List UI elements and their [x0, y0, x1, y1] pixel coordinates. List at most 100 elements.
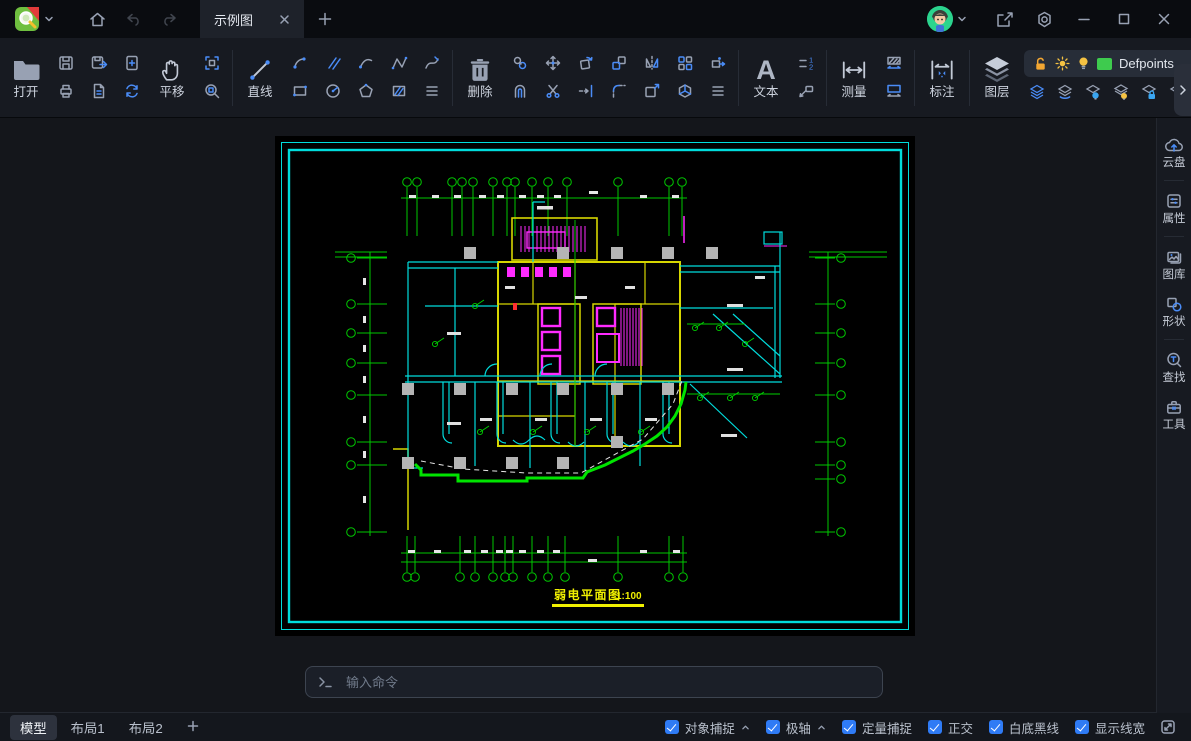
plan-walls-yellow	[393, 218, 680, 530]
app-menu-button[interactable]	[10, 4, 58, 34]
rotate-button[interactable]	[573, 50, 599, 76]
curve-tool-button[interactable]	[353, 50, 379, 76]
delete-button[interactable]: 删除	[460, 54, 500, 102]
account-button[interactable]	[927, 6, 967, 32]
checkbox-checked-icon[interactable]	[1075, 720, 1089, 734]
chevron-up-icon[interactable]	[817, 724, 826, 731]
fit-screen-button[interactable]	[199, 50, 225, 76]
save-as-button[interactable]	[86, 50, 112, 76]
text-tool-button[interactable]: A 文本	[746, 54, 786, 102]
add-layout-button[interactable]	[177, 717, 209, 738]
tab-layout2[interactable]: 布局2	[119, 715, 173, 740]
checkbox-checked-icon[interactable]	[928, 720, 942, 734]
layer-off-button[interactable]	[1108, 79, 1134, 105]
delete-label: 删除	[467, 86, 492, 99]
polyline-tool-button[interactable]	[386, 50, 412, 76]
new-tab-button[interactable]	[310, 5, 340, 33]
leader-text-button[interactable]	[793, 78, 819, 104]
command-input[interactable]	[344, 674, 870, 691]
share-button[interactable]	[987, 4, 1021, 34]
toggle-snap[interactable]: 定量捕捉	[842, 718, 912, 737]
checkbox-checked-icon[interactable]	[989, 720, 1003, 734]
checkbox-checked-icon[interactable]	[842, 720, 856, 734]
layer-state-button[interactable]	[1052, 79, 1078, 105]
toggle-object-snap[interactable]: 对象捕捉	[665, 718, 750, 737]
undo-button[interactable]	[118, 5, 148, 33]
layer-lock-icon	[1140, 83, 1158, 101]
measure-button[interactable]: 测量	[834, 54, 874, 102]
fullscreen-button[interactable]	[1155, 716, 1181, 738]
toggle-ortho[interactable]: 正交	[928, 718, 973, 737]
checkbox-checked-icon[interactable]	[766, 720, 780, 734]
move-button[interactable]	[540, 50, 566, 76]
chevron-up-icon[interactable]	[741, 724, 750, 731]
arc-tool-button[interactable]	[287, 50, 313, 76]
layer-list-button[interactable]	[1024, 79, 1050, 105]
layers-button[interactable]: 图层	[977, 53, 1017, 102]
mirror-button[interactable]	[639, 50, 665, 76]
more-draw-button[interactable]	[419, 78, 445, 104]
extend-button[interactable]	[573, 78, 599, 104]
polygon-tool-button[interactable]	[353, 78, 379, 104]
document-tab[interactable]: 示例图	[200, 0, 304, 38]
numbered-text-button[interactable]: 12	[793, 50, 819, 76]
measure-rect-button[interactable]	[881, 78, 907, 104]
stretch-button[interactable]	[705, 50, 731, 76]
settings-button[interactable]	[1027, 4, 1061, 34]
new-file-button[interactable]	[119, 50, 145, 76]
sidebar-item-tools[interactable]: 工具	[1157, 392, 1191, 437]
close-window-button[interactable]	[1147, 4, 1181, 34]
redo-button[interactable]	[154, 5, 184, 33]
array-button[interactable]	[672, 50, 698, 76]
save-button[interactable]	[53, 50, 79, 76]
rectangle-tool-button[interactable]	[287, 78, 313, 104]
layer-select[interactable]: Defpoints	[1024, 50, 1191, 77]
toggle-white-bg[interactable]: 白底黑线	[989, 718, 1059, 737]
line-tool-button[interactable]: 直线	[240, 54, 280, 102]
tab-model[interactable]: 模型	[10, 715, 57, 740]
tab-layout1[interactable]: 布局1	[61, 715, 115, 740]
parallel-tool-button[interactable]	[320, 50, 346, 76]
zoom-window-button[interactable]	[199, 78, 225, 104]
more-modify-button[interactable]	[705, 78, 731, 104]
drawing-workspace[interactable]: 弱电平面图 1:100	[0, 118, 1156, 713]
scale-button[interactable]	[606, 50, 632, 76]
cad-sheet[interactable]: 弱电平面图 1:100	[275, 136, 915, 636]
layer-freeze-button[interactable]	[1080, 79, 1106, 105]
toggle-polar[interactable]: 极轴	[766, 718, 826, 737]
sidebar-item-cloud[interactable]: 云盘	[1157, 130, 1191, 175]
maximize-button[interactable]	[1107, 4, 1141, 34]
toolbar-expand-button[interactable]	[1174, 64, 1191, 116]
print-button[interactable]	[53, 78, 79, 104]
spline-tool-button[interactable]	[419, 50, 445, 76]
layer-color-swatch	[1097, 58, 1112, 70]
close-tab-icon[interactable]	[279, 14, 290, 25]
sync-button[interactable]	[119, 78, 145, 104]
circle-tool-button[interactable]	[320, 78, 346, 104]
open-button[interactable]: 打开	[6, 54, 46, 102]
copy-button[interactable]	[507, 50, 533, 76]
export-pdf-button[interactable]	[86, 78, 112, 104]
measure-area-button[interactable]	[881, 50, 907, 76]
sidebar-item-shapes[interactable]: 形状	[1157, 289, 1191, 334]
print-icon	[57, 82, 75, 100]
sidebar-item-find[interactable]: 查找	[1157, 345, 1191, 390]
offset-button[interactable]	[507, 78, 533, 104]
sidebar-item-gallery[interactable]: 图库	[1157, 242, 1191, 287]
home-button[interactable]	[82, 5, 112, 33]
fillet-button[interactable]	[606, 78, 632, 104]
command-bar[interactable]	[305, 666, 883, 698]
pan-button[interactable]: 平移	[152, 54, 192, 102]
trim-button[interactable]	[540, 78, 566, 104]
checkbox-checked-icon[interactable]	[665, 720, 679, 734]
explode-button[interactable]	[672, 78, 698, 104]
annotate-button[interactable]: 标注	[922, 54, 962, 102]
sun-icon	[1055, 56, 1070, 71]
minimize-button[interactable]	[1067, 4, 1101, 34]
layer-lock-button[interactable]	[1136, 79, 1162, 105]
share-icon	[995, 10, 1014, 29]
hatch-tool-button[interactable]	[386, 78, 412, 104]
toggle-lineweight[interactable]: 显示线宽	[1075, 718, 1145, 737]
insert-block-button[interactable]	[639, 78, 665, 104]
sidebar-item-properties[interactable]: 属性	[1157, 186, 1191, 231]
